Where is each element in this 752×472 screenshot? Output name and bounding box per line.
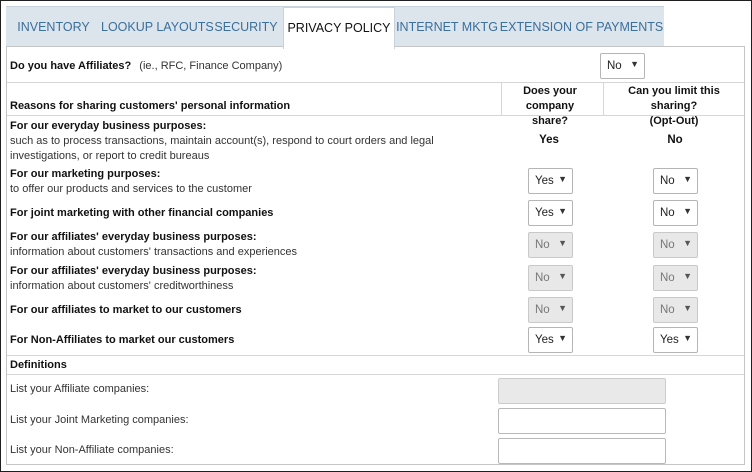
triangle-down-icon: ▼ [558,174,567,184]
tab-internet-mktg[interactable]: INTERNET MKTG [395,7,499,47]
select-value: No [660,304,675,316]
limit-header: Can you limit this sharing? (Opt-Out) [605,84,743,129]
triangle-down-icon: ▼ [558,333,567,343]
triangle-down-icon: ▼ [683,333,692,343]
reason-title: For our affiliates' everyday business pu… [10,265,257,277]
divider [501,82,502,115]
reason-row-affiliates-market: For our affiliates to market to our cust… [10,304,242,316]
limit-header-line2: (Opt-Out) [649,115,699,127]
reason-row-everyday: For our everyday business purposes: such… [10,119,434,164]
share-header-line1: Does your company [523,85,577,112]
triangle-down-icon: ▼ [558,271,567,281]
reason-title: For our everyday business purposes: [10,120,207,132]
affiliates-question: Do you have Affiliates? (ie., RFC, Finan… [10,60,282,72]
select-value: No [660,239,675,251]
reason-row-affiliates-creditworthiness: For our affiliates' everyday business pu… [10,264,257,294]
triangle-down-icon: ▼ [683,206,692,216]
reason-description: information about customers' transaction… [10,246,298,258]
select-value: Yes [535,334,554,346]
triangle-down-icon: ▼ [558,206,567,216]
select-value: No [535,272,550,284]
tab-security[interactable]: SECURITY [209,7,283,47]
share-select-affiliates-creditworthiness[interactable]: No ▼ [528,265,573,291]
affiliates-select[interactable]: No ▼ [600,53,645,79]
affiliate-companies-label: List your Affiliate companies: [10,383,150,395]
share-select-affiliates-market[interactable]: No ▼ [528,297,573,323]
divider [603,82,604,115]
non-affiliate-companies-label: List your Non-Affiliate companies: [10,444,174,456]
affiliates-select-value: No [607,60,622,72]
share-select-joint-marketing[interactable]: Yes ▼ [528,200,573,226]
limit-select-non-affiliates[interactable]: Yes ▼ [653,327,698,353]
non-affiliate-companies-input[interactable] [498,438,666,464]
reasons-header: Reasons for sharing customers' personal … [10,100,291,112]
select-value: Yes [535,175,554,187]
reason-row-affiliates-transactions: For our affiliates' everyday business pu… [10,230,297,260]
tab-bar: INVENTORY LOOKUP LAYOUTS SECURITY PRIVAC… [6,6,664,49]
share-header-line2: share? [531,115,569,127]
reason-row-non-affiliates: For Non-Affiliates to market our custome… [10,334,235,346]
limit-value-everyday: No [667,134,683,146]
reason-title: For our marketing purposes: [10,168,161,180]
reason-title: For our affiliates' everyday business pu… [10,231,257,243]
limit-select-affiliates-creditworthiness[interactable]: No ▼ [653,265,698,291]
limit-select-affiliates-market[interactable]: No ▼ [653,297,698,323]
share-select-non-affiliates[interactable]: Yes ▼ [528,327,573,353]
limit-select-joint-marketing[interactable]: No ▼ [653,200,698,226]
select-value: No [660,207,675,219]
divider [7,374,744,375]
affiliates-question-label: Do you have Affiliates? [10,60,132,72]
share-select-marketing[interactable]: Yes ▼ [528,168,573,194]
reason-description: such as to process transactions, maintai… [10,135,434,147]
divider [7,115,744,116]
tab-lookup-layouts[interactable]: LOOKUP LAYOUTS [101,7,214,47]
triangle-down-icon: ▼ [630,59,639,69]
triangle-down-icon: ▼ [558,303,567,313]
reason-description: to offer our products and services to th… [10,183,252,195]
triangle-down-icon: ▼ [683,174,692,184]
reason-description: information about customers' creditworth… [10,280,234,292]
triangle-down-icon: ▼ [683,303,692,313]
joint-marketing-companies-input[interactable] [498,408,666,434]
limit-select-affiliates-transactions[interactable]: No ▼ [653,232,698,258]
select-value: No [660,175,675,187]
reason-description: investigations, or report to credit bure… [10,150,210,162]
affiliates-question-hint: (ie., RFC, Finance Company) [139,60,283,72]
tab-inventory[interactable]: INVENTORY [6,7,101,47]
share-select-affiliates-transactions[interactable]: No ▼ [528,232,573,258]
window-frame: INVENTORY LOOKUP LAYOUTS SECURITY PRIVAC… [0,0,752,472]
tab-extension-of-payments[interactable]: EXTENSION OF PAYMENTS [499,7,664,47]
limit-header-line1: Can you limit this sharing? [628,85,720,112]
share-value-everyday: Yes [539,134,559,146]
triangle-down-icon: ▼ [558,238,567,248]
limit-select-marketing[interactable]: No ▼ [653,168,698,194]
share-header: Does your company share? [500,84,600,129]
select-value: Yes [660,334,679,346]
tab-privacy-policy[interactable]: PRIVACY POLICY [283,7,395,49]
privacy-policy-panel: Do you have Affiliates? (ie., RFC, Finan… [6,46,745,465]
select-value: No [535,239,550,251]
triangle-down-icon: ▼ [683,238,692,248]
definitions-heading: Definitions [10,359,67,371]
reason-row-joint-marketing: For joint marketing with other financial… [10,207,274,219]
select-value: No [660,272,675,284]
divider [7,82,744,83]
divider [7,355,744,356]
reason-row-marketing: For our marketing purposes: to offer our… [10,167,252,197]
triangle-down-icon: ▼ [683,271,692,281]
affiliate-companies-input[interactable] [498,378,666,404]
select-value: No [535,304,550,316]
joint-marketing-companies-label: List your Joint Marketing companies: [10,414,189,426]
select-value: Yes [535,207,554,219]
